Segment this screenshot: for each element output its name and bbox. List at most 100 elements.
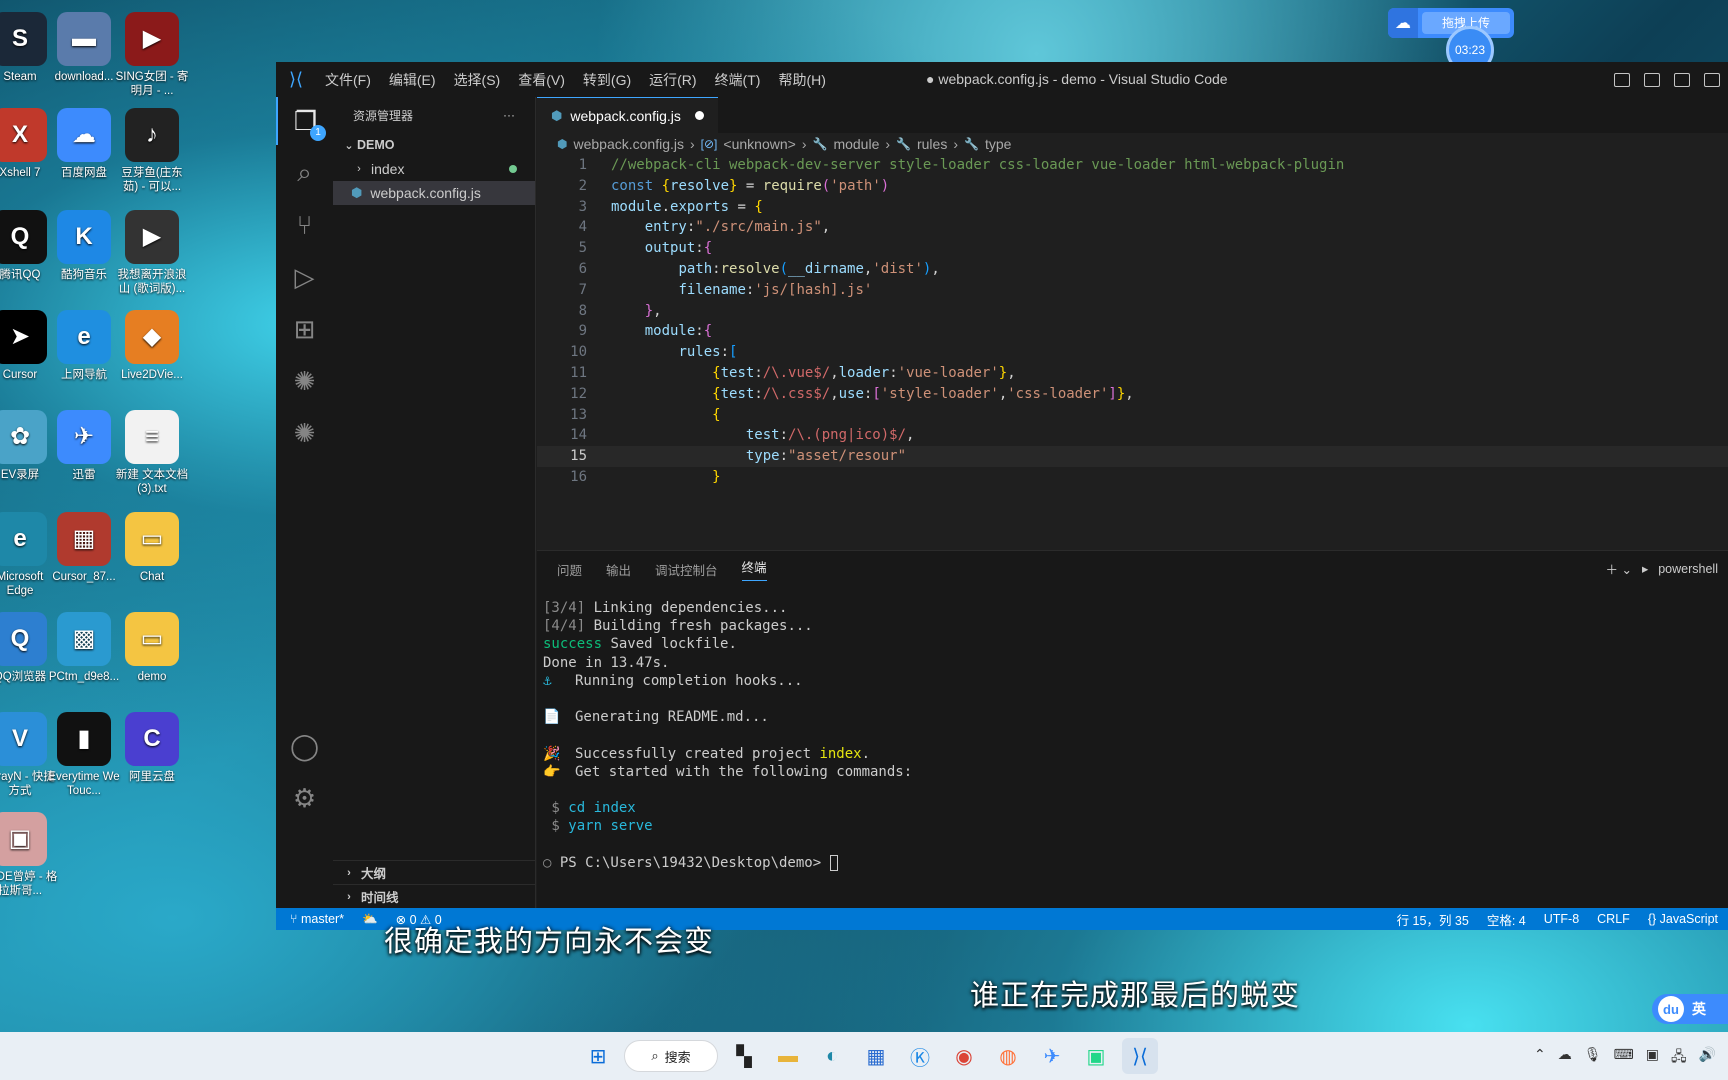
settings-gear-icon[interactable]: ⚙: [276, 774, 333, 822]
code-line[interactable]: 2 const {resolve} = require('path'): [537, 176, 1728, 197]
breadcrumb-item[interactable]: webpack.config.js: [573, 136, 684, 152]
code-line[interactable]: 10 rules:[: [537, 342, 1728, 363]
code-line[interactable]: 9 module:{: [537, 321, 1728, 342]
network-icon[interactable]: 🖧: [1671, 1046, 1687, 1070]
desktop-icon[interactable]: ▶ 我想离开浪浪山 (歌词版)...: [114, 210, 190, 296]
desktop-icon[interactable]: ▶ SING女团 - 寄明月 - ...: [114, 12, 190, 98]
workspace-root[interactable]: ⌄ DEMO: [333, 133, 535, 157]
menu-item[interactable]: 终端(T): [706, 70, 770, 90]
code-line[interactable]: 7 filename:'js/[hash].js': [537, 280, 1728, 301]
desktop-icon[interactable]: ≡ 新建 文本文档 (3).txt: [114, 410, 190, 496]
encoding[interactable]: UTF-8: [1544, 912, 1579, 926]
panel-tab[interactable]: 调试控制台: [655, 560, 718, 579]
breadcrumb-item[interactable]: module: [833, 136, 879, 152]
code-line[interactable]: 15 type:"asset/resour": [537, 446, 1728, 467]
breadcrumb-item[interactable]: rules: [917, 136, 947, 152]
pycharm-icon[interactable]: ▣: [1078, 1038, 1114, 1074]
ime-indicator[interactable]: du 英: [1652, 994, 1728, 1024]
code-line[interactable]: 5 output:{: [537, 238, 1728, 259]
desktop-icon[interactable]: ▮ Everytime We Touc...: [46, 712, 122, 798]
toggle-panel-icon[interactable]: [1644, 72, 1660, 87]
desktop-icon[interactable]: ▩ PCtm_d9e8...: [46, 612, 122, 684]
shell-name[interactable]: powershell: [1658, 562, 1718, 576]
onedrive-icon[interactable]: ☁: [1558, 1046, 1572, 1070]
code-line[interactable]: 13 {: [537, 405, 1728, 426]
timeline-section[interactable]: › 时间线: [333, 884, 535, 908]
account-icon[interactable]: ◯: [276, 722, 333, 770]
vscode-taskbar-icon[interactable]: ⟩⟨: [1122, 1038, 1158, 1074]
search-icon[interactable]: ⌕: [276, 149, 333, 197]
branch-indicator[interactable]: ⑂ master*: [290, 912, 344, 926]
panel-tab[interactable]: 问题: [557, 560, 582, 579]
desktop-icon[interactable]: ✈ 迅雷: [46, 410, 122, 482]
tab-webpack-config[interactable]: ⬢ webpack.config.js: [537, 97, 718, 133]
toggle-secondary-sidebar-icon[interactable]: [1674, 72, 1690, 87]
more-actions-icon[interactable]: ···: [503, 108, 515, 122]
baidu-tray-icon[interactable]: ▣: [1646, 1046, 1659, 1070]
firefox-icon[interactable]: ◍: [990, 1038, 1026, 1074]
desktop-icon[interactable]: ▣ JUDE曾婷 - 格拉斯哥...: [0, 812, 58, 898]
sync-icon[interactable]: ⛅: [362, 912, 378, 927]
end-of-line[interactable]: CRLF: [1597, 912, 1630, 926]
start-icon[interactable]: ⊞: [580, 1038, 616, 1074]
unsaved-dot-icon[interactable]: [694, 111, 704, 120]
desktop-icon[interactable]: e 上网导航: [46, 310, 122, 382]
code-line[interactable]: 12 {test:/\.css$/,use:['style-loader','c…: [537, 384, 1728, 405]
menu-item[interactable]: 帮助(H): [769, 70, 834, 90]
kugou-icon[interactable]: Ⓚ: [902, 1038, 938, 1074]
desktop-icon[interactable]: ▭ Chat: [114, 512, 190, 584]
chevron-up-icon[interactable]: ⌃: [1534, 1046, 1546, 1070]
desktop-icon[interactable]: ▭ demo: [114, 612, 190, 684]
source-control-icon[interactable]: ⑂: [276, 201, 333, 249]
language-mode[interactable]: {} JavaScript: [1648, 912, 1718, 926]
menu-item[interactable]: 运行(R): [640, 70, 705, 90]
desktop-icon[interactable]: ☁ 百度网盘: [46, 108, 122, 180]
chrome-icon[interactable]: ◉: [946, 1038, 982, 1074]
taskbar-search[interactable]: ⌕ 搜索: [624, 1040, 718, 1072]
file-explorer-icon[interactable]: ▬: [770, 1038, 806, 1074]
outline-section[interactable]: › 大纲: [333, 860, 535, 884]
microphone-icon[interactable]: 🎙: [1584, 1046, 1602, 1070]
desktop-icon[interactable]: K 酷狗音乐: [46, 210, 122, 282]
terminal-output[interactable]: [3/4] Linking dependencies... [4/4] Build…: [523, 587, 1728, 872]
customize-layout-icon[interactable]: [1704, 72, 1720, 87]
copilot-icon[interactable]: ✺: [276, 409, 333, 457]
desktop-icon[interactable]: ♪ 豆芽鱼(庄东茹) - 可以...: [114, 108, 190, 194]
task-view-icon[interactable]: ▚: [726, 1038, 762, 1074]
code-editor[interactable]: 1 //webpack-cli webpack-dev-server style-…: [537, 155, 1728, 488]
menu-item[interactable]: 编辑(E): [380, 70, 445, 90]
store-icon[interactable]: ▦: [858, 1038, 894, 1074]
panel-tab[interactable]: 输出: [606, 560, 631, 579]
xunlei-icon[interactable]: ✈: [1034, 1038, 1070, 1074]
edge-icon[interactable]: ◐: [814, 1038, 850, 1074]
desktop-icon[interactable]: ▬ download...: [46, 12, 122, 84]
desktop-icon[interactable]: C 阿里云盘: [114, 712, 190, 784]
code-line[interactable]: 14 test:/\.(png|ico)$/,: [537, 425, 1728, 446]
explorer-icon[interactable]: ❐ 1: [276, 97, 333, 145]
new-terminal-icon[interactable]: ＋ ⌄: [1606, 559, 1632, 578]
menu-item[interactable]: 文件(F): [316, 70, 380, 90]
desktop-icon[interactable]: ◆ Live2DVie...: [114, 310, 190, 382]
desktop-icon[interactable]: ▦ Cursor_87...: [46, 512, 122, 584]
menu-item[interactable]: 查看(V): [509, 70, 574, 90]
cursor-position[interactable]: 行 15，列 35: [1397, 910, 1469, 929]
extensions-icon[interactable]: ⊞: [276, 305, 333, 353]
code-line[interactable]: 3 module.exports = {: [537, 197, 1728, 218]
tree-item-webpack-config[interactable]: ⬢ webpack.config.js: [333, 181, 535, 205]
code-line[interactable]: 4 entry:"./src/main.js",: [537, 217, 1728, 238]
code-line[interactable]: 8 },: [537, 301, 1728, 322]
terminal-prompt-line[interactable]: ○ PS C:\Users\19432\Desktop\demo>: [543, 854, 1728, 872]
breadcrumb-item[interactable]: <unknown>: [723, 136, 795, 152]
run-debug-icon[interactable]: ▷: [276, 253, 333, 301]
tree-item-index[interactable]: › index: [333, 157, 535, 181]
toggle-sidebar-icon[interactable]: [1614, 72, 1630, 87]
chatgpt-icon[interactable]: ✺: [276, 357, 333, 405]
code-line[interactable]: 16 }: [537, 467, 1728, 488]
menu-item[interactable]: 转到(G): [574, 70, 640, 90]
indentation[interactable]: 空格: 4: [1487, 910, 1526, 929]
ime-tray-icon[interactable]: ⌨: [1613, 1046, 1633, 1070]
menu-item[interactable]: 选择(S): [445, 70, 510, 90]
code-line[interactable]: 11 {test:/\.vue$/,loader:'vue-loader'},: [537, 363, 1728, 384]
code-line[interactable]: 1 //webpack-cli webpack-dev-server style-…: [537, 155, 1728, 176]
code-line[interactable]: 6 path:resolve(__dirname,'dist'),: [537, 259, 1728, 280]
